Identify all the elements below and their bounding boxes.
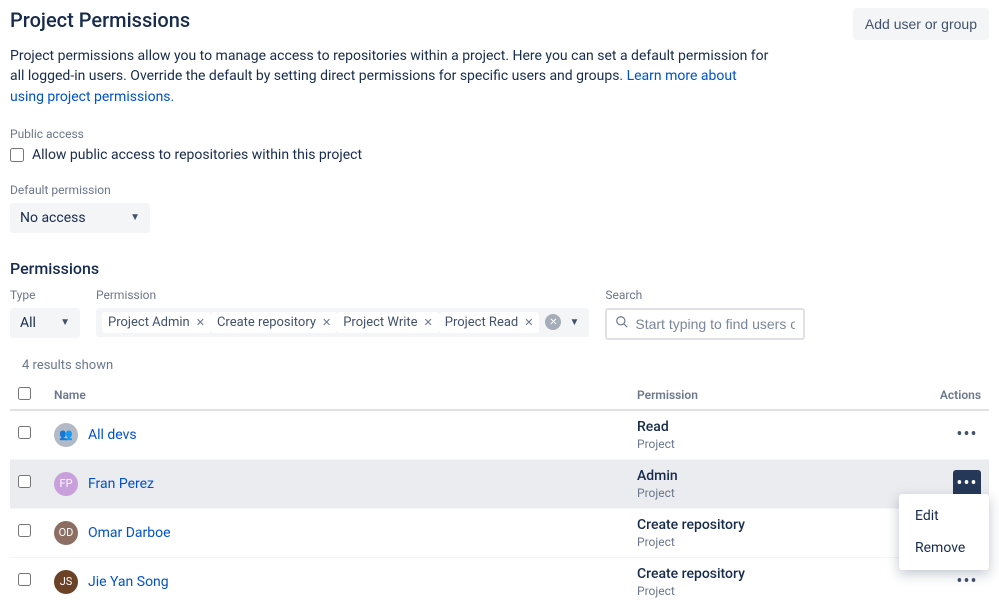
row-checkbox[interactable] <box>18 524 31 537</box>
remove-chip-icon[interactable]: ✕ <box>424 316 433 329</box>
type-select[interactable]: All ▼ <box>10 308 80 338</box>
user-name-link[interactable]: Omar Darboe <box>88 525 171 541</box>
remove-chip-icon[interactable]: ✕ <box>196 316 205 329</box>
chevron-down-icon: ▼ <box>60 317 70 328</box>
page-description: Project permissions allow you to manage … <box>10 46 770 107</box>
default-permission-select[interactable]: No access ▼ <box>10 203 150 233</box>
type-label: Type <box>10 288 80 302</box>
clear-filters-icon[interactable]: ✕ <box>545 314 561 330</box>
permission-scope: Project <box>637 437 921 451</box>
permission-filter-label: Permission <box>96 288 589 302</box>
user-name-link[interactable]: Jie Yan Song <box>88 574 169 590</box>
avatar: JS <box>54 570 78 594</box>
search-input[interactable] <box>635 316 795 332</box>
public-access-checkbox-label: Allow public access to repositories with… <box>32 147 362 163</box>
column-permission: Permission <box>629 381 929 410</box>
row-actions-menu: EditRemove <box>899 494 989 570</box>
table-row: ODOmar DarboeCreate repositoryProject••• <box>10 508 989 557</box>
user-name-link[interactable]: All devs <box>88 427 137 443</box>
permissions-table: Name Permission Actions 👥 All devs Read Pro… <box>10 381 989 606</box>
table-row: 👥 All devs Read Project ••• <box>10 410 989 460</box>
column-actions: Actions <box>929 381 989 410</box>
filter-chip-label: Project Read <box>445 315 519 330</box>
filter-chip-label: Create repository <box>217 315 316 330</box>
filter-chip: Project Write ✕ <box>337 312 439 333</box>
filter-chip: Project Read ✕ <box>439 312 540 333</box>
results-count: 4 results shown <box>22 358 989 373</box>
row-checkbox[interactable] <box>18 426 31 439</box>
select-all-checkbox[interactable] <box>18 387 31 400</box>
avatar: FP <box>54 472 78 496</box>
menu-item-edit[interactable]: Edit <box>899 500 989 532</box>
permission-value: Read <box>637 419 921 435</box>
add-user-or-group-button[interactable]: Add user or group <box>853 8 989 40</box>
default-permission-value: No access <box>20 210 86 226</box>
filter-chip: Create repository ✕ <box>211 312 337 333</box>
permissions-heading: Permissions <box>10 259 989 278</box>
row-actions-button[interactable]: ••• <box>953 568 981 596</box>
permission-scope: Project <box>637 535 921 549</box>
permission-scope: Project <box>637 486 921 500</box>
public-access-label: Public access <box>10 127 989 141</box>
search-icon <box>615 315 629 333</box>
permission-scope: Project <box>637 584 921 598</box>
filter-chip-label: Project Write <box>343 315 417 330</box>
remove-chip-icon[interactable]: ✕ <box>524 316 533 329</box>
table-row: JS Jie Yan Song Create repository Project ••… <box>10 557 989 606</box>
permission-value: Admin <box>637 468 921 484</box>
avatar: OD <box>54 521 78 545</box>
chevron-down-icon: ▼ <box>130 212 140 223</box>
remove-chip-icon[interactable]: ✕ <box>322 316 331 329</box>
row-checkbox[interactable] <box>18 573 31 586</box>
search-box[interactable] <box>605 308 805 340</box>
search-label: Search <box>605 288 805 302</box>
default-permission-label: Default permission <box>10 183 989 197</box>
permission-filter-select[interactable]: Project Admin✕Create repository✕Project … <box>96 308 589 337</box>
row-actions-button[interactable]: ••• <box>953 421 981 449</box>
row-checkbox[interactable] <box>18 475 31 488</box>
column-name: Name <box>46 381 629 410</box>
table-row: FPFran PerezAdminProject•••EditRemove <box>10 459 989 508</box>
permission-value: Create repository <box>637 517 921 533</box>
page-title: Project Permissions <box>10 8 190 32</box>
type-value: All <box>20 315 36 331</box>
avatar: 👥 <box>54 423 78 447</box>
public-access-checkbox[interactable] <box>10 148 24 162</box>
filter-chip: Project Admin ✕ <box>102 312 211 333</box>
chevron-down-icon: ▼ <box>569 317 579 328</box>
menu-item-remove[interactable]: Remove <box>899 532 989 564</box>
filter-chip-label: Project Admin <box>108 315 190 330</box>
user-name-link[interactable]: Fran Perez <box>88 476 154 492</box>
permission-value: Create repository <box>637 566 921 582</box>
